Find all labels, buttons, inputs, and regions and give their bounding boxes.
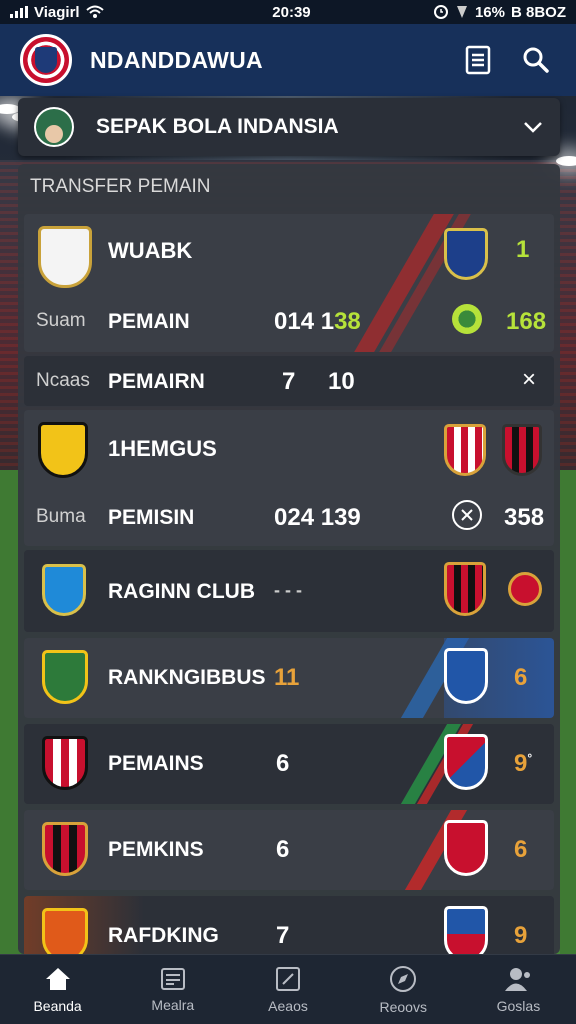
signal-icon bbox=[10, 6, 28, 18]
row-label-left: Suam bbox=[36, 310, 86, 331]
club-crest bbox=[42, 736, 88, 790]
row-value: 11 bbox=[274, 664, 300, 691]
player-avatar bbox=[38, 226, 92, 288]
nav-news[interactable]: Mealra bbox=[115, 955, 230, 1024]
transfer-value: 014 138 bbox=[274, 308, 361, 335]
transfer-card[interactable]: 1HEMGUS Buma PEMISIN 024 139 358 bbox=[24, 410, 554, 546]
club-crest bbox=[508, 572, 542, 606]
clipboard-icon[interactable] bbox=[458, 40, 498, 80]
league-name: SEPAK BOLA INDANSIA bbox=[96, 115, 339, 138]
edit-icon bbox=[276, 966, 300, 991]
club-crest bbox=[444, 648, 488, 704]
club-crest bbox=[444, 562, 486, 616]
club-crest bbox=[38, 422, 88, 478]
club-crest bbox=[42, 650, 88, 704]
club-name: PEMAINS bbox=[108, 752, 204, 775]
user-icon bbox=[505, 967, 531, 991]
transfer-count: 1 bbox=[516, 236, 530, 263]
transfer-fee: 358 bbox=[504, 504, 545, 531]
status-ball-icon bbox=[452, 304, 482, 334]
club-name: RANKNGIBBUS bbox=[108, 666, 266, 689]
row-score: 6 bbox=[514, 836, 528, 863]
club-crest bbox=[42, 564, 86, 616]
row-label-left: Ncaas bbox=[36, 370, 90, 391]
nav-profile[interactable]: Goslas bbox=[461, 955, 576, 1024]
row-placeholder: - - - bbox=[274, 580, 302, 600]
club-name: 1HEMGUS bbox=[108, 436, 217, 461]
wifi-icon bbox=[85, 5, 104, 18]
league-selector[interactable]: SEPAK BOLA INDANSIA bbox=[18, 98, 560, 156]
app-title: NDANDDAWUA bbox=[90, 46, 263, 73]
bottom-navigation: Beanda Mealra Aeaos Reoovs Goslas bbox=[0, 954, 576, 1024]
row-label-left: Buma bbox=[36, 506, 86, 527]
app-header: NDANDDAWUA bbox=[0, 24, 576, 96]
club-name: RAGINN CLUB bbox=[108, 580, 255, 603]
section-title: TRANSFER PEMAIN bbox=[30, 176, 211, 197]
nav-label: Goslas bbox=[496, 997, 541, 1014]
row-score: 9 bbox=[514, 922, 528, 949]
row-value-b: 10 bbox=[328, 368, 355, 395]
club-crest bbox=[502, 424, 542, 476]
nav-label: Beanda bbox=[33, 997, 82, 1014]
transfer-card[interactable]: PEMKINS 6 6 bbox=[24, 810, 554, 890]
row-label: PEMAIN bbox=[108, 310, 190, 333]
transfer-card[interactable]: RANKNGIBBUS 11 6 bbox=[24, 638, 554, 718]
club-name: PEMKINS bbox=[108, 838, 204, 861]
news-icon bbox=[160, 967, 185, 990]
transfer-card[interactable]: WUABK 1 Suam PEMAIN 014 138 168 bbox=[24, 214, 554, 352]
alarm-icon bbox=[433, 5, 448, 19]
row-score: 6 bbox=[514, 664, 528, 691]
transfer-value: 024 139 bbox=[274, 504, 361, 531]
league-avatar bbox=[34, 107, 74, 147]
transfer-card[interactable]: PEMAINS 6 9° bbox=[24, 724, 554, 804]
nav-explore[interactable]: Reoovs bbox=[346, 955, 461, 1024]
club-crest bbox=[444, 734, 488, 790]
club-name: RAFDKING bbox=[108, 924, 219, 947]
row-label: PEMAIRN bbox=[108, 370, 205, 393]
row-value: 6 bbox=[276, 750, 290, 777]
compass-icon bbox=[390, 965, 417, 992]
club-crest bbox=[444, 820, 488, 876]
transfer-fee: 168 bbox=[506, 308, 547, 335]
transfer-card[interactable]: RAFDKING 7 9 bbox=[24, 896, 554, 954]
chevron-down-icon bbox=[524, 122, 542, 133]
club-crest bbox=[444, 228, 488, 280]
transfer-card[interactable]: RAGINN CLUB - - - bbox=[24, 550, 554, 632]
row-value: 6 bbox=[276, 836, 290, 863]
nav-edit[interactable]: Aeaos bbox=[230, 955, 345, 1024]
decor-stripe bbox=[354, 214, 454, 352]
tools-icon bbox=[452, 500, 482, 530]
club-crest bbox=[42, 908, 88, 954]
status-time: 20:39 bbox=[272, 3, 311, 21]
floodlight bbox=[556, 156, 576, 166]
row-value-a: 7 bbox=[282, 368, 296, 395]
transfer-panel: TRANSFER PEMAIN WUABK 1 Suam PEMAIN 014 … bbox=[18, 164, 560, 954]
battery-percent: 16% bbox=[474, 3, 505, 21]
search-icon[interactable] bbox=[516, 40, 556, 80]
row-value: 7 bbox=[276, 922, 290, 949]
nav-label: Reoovs bbox=[379, 998, 427, 1015]
club-logo[interactable] bbox=[20, 34, 72, 86]
row-label: PEMISIN bbox=[108, 506, 195, 529]
transfer-row[interactable]: Ncaas PEMAIRN 7 10 × bbox=[24, 356, 554, 406]
club-name: WUABK bbox=[108, 238, 193, 263]
nav-label: Aeaos bbox=[268, 997, 308, 1014]
close-icon[interactable]: × bbox=[522, 366, 536, 394]
nav-home[interactable]: Beanda bbox=[0, 955, 115, 1024]
status-bar: Viagirl 20:39 16% B 8BOZ bbox=[0, 0, 576, 24]
carrier-name: Viagirl bbox=[34, 3, 80, 21]
location-icon bbox=[456, 6, 467, 18]
nav-label: Mealra bbox=[151, 996, 195, 1013]
club-crest bbox=[444, 906, 488, 954]
status-right-text: B 8BOZ bbox=[510, 3, 566, 21]
club-crest bbox=[444, 424, 486, 476]
row-score: 9° bbox=[514, 750, 533, 777]
club-crest bbox=[42, 822, 88, 876]
home-icon bbox=[45, 967, 70, 990]
